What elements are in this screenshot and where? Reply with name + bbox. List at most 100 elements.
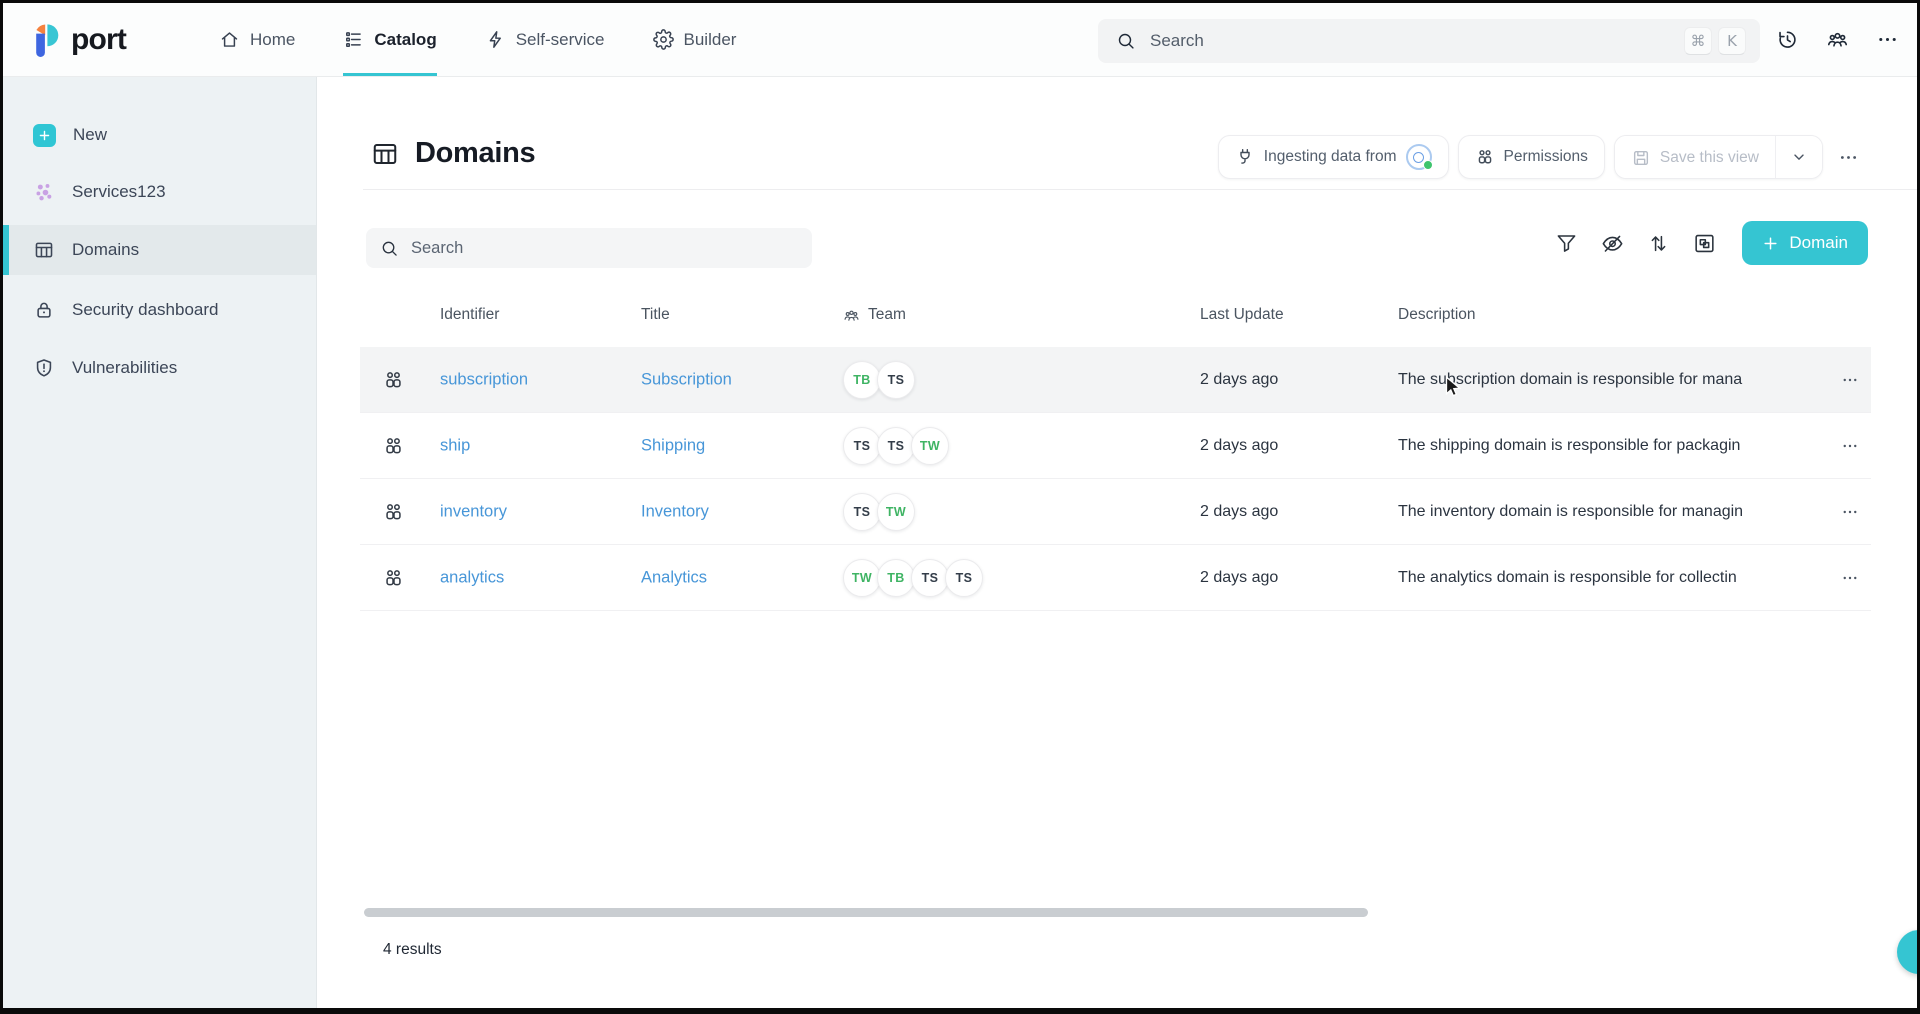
column-header-last-update[interactable]: Last Update (1200, 306, 1284, 324)
cmd-key-badge: ⌘ (1684, 27, 1712, 55)
column-label: Last Update (1200, 306, 1284, 324)
shortcut-hint: ⌘ K (1684, 27, 1746, 55)
column-header-identifier[interactable]: Identifier (440, 306, 499, 324)
nav-item-self-service[interactable]: Self-service (485, 3, 605, 76)
description-value: The analytics domain is responsible for … (1398, 569, 1813, 587)
blueprint-group-icon (382, 566, 405, 589)
team-cell: TSTW (843, 493, 915, 531)
domains-table: Identifier Title Team Last Update Descri… (360, 77, 1871, 1008)
sidebar-item-new[interactable]: New (3, 110, 316, 160)
title-link[interactable]: Analytics (641, 568, 707, 586)
description-value: The shipping domain is responsible for p… (1398, 437, 1813, 455)
team-cell: TWTBTSTS (843, 559, 983, 597)
history-button[interactable] (1776, 28, 1799, 51)
table-row[interactable]: ship Shipping TSTSTW 2 days ago The ship… (360, 413, 1871, 479)
last-update-value: 2 days ago (1200, 437, 1380, 455)
gear-icon (653, 29, 674, 50)
sidebar-item-label: Services123 (72, 182, 166, 202)
title-link[interactable]: Subscription (641, 370, 732, 388)
users-button[interactable] (1826, 28, 1849, 51)
column-header-description[interactable]: Description (1398, 306, 1476, 324)
lock-icon (33, 299, 55, 321)
global-search-input[interactable] (1150, 31, 1684, 51)
search-icon (1116, 31, 1136, 51)
team-avatar[interactable]: TW (877, 493, 915, 531)
team-avatar[interactable]: TB (877, 559, 915, 597)
ellipsis-icon (1841, 503, 1859, 521)
sidebar-item-vulnerabilities[interactable]: Vulnerabilities (3, 343, 316, 393)
primary-nav: Home Catalog Self-service Builder (219, 3, 736, 76)
people-group-icon (1826, 28, 1849, 51)
title-link[interactable]: Shipping (641, 436, 705, 454)
shield-alert-icon (33, 357, 55, 379)
catalog-sidebar: New Services123 Domains Security dashboa… (3, 77, 317, 1008)
last-update-value: 2 days ago (1200, 569, 1380, 587)
nav-label: Self-service (516, 30, 605, 50)
nav-label: Builder (684, 30, 737, 50)
row-actions-button[interactable] (1835, 563, 1865, 593)
sidebar-item-services123[interactable]: Services123 (3, 167, 316, 217)
port-logo[interactable]: port (32, 3, 126, 76)
logo-wordmark: port (71, 23, 126, 57)
column-header-title[interactable]: Title (641, 306, 670, 324)
ellipsis-icon (1841, 371, 1859, 389)
new-plus-icon (33, 124, 56, 147)
port-logo-icon (32, 22, 62, 58)
sidebar-item-label: Security dashboard (72, 300, 218, 320)
identifier-link[interactable]: subscription (440, 370, 528, 388)
table-row[interactable]: analytics Analytics TWTBTSTS 2 days ago … (360, 545, 1871, 611)
team-avatar[interactable]: TS (843, 427, 881, 465)
last-update-value: 2 days ago (1200, 503, 1380, 521)
sidebar-item-label: New (73, 125, 107, 145)
title-link[interactable]: Inventory (641, 502, 709, 520)
identifier-link[interactable]: inventory (440, 502, 507, 520)
team-avatar[interactable]: TW (843, 559, 881, 597)
row-actions-button[interactable] (1835, 431, 1865, 461)
horizontal-scrollbar-thumb[interactable] (364, 908, 1368, 917)
row-actions-button[interactable] (1835, 497, 1865, 527)
history-clock-icon (1776, 28, 1799, 51)
k-key-badge: K (1718, 27, 1746, 55)
table-icon (33, 239, 55, 261)
team-avatar[interactable]: TB (843, 361, 881, 399)
global-search-bar[interactable]: ⌘ K (1098, 19, 1760, 63)
blueprint-group-icon (382, 368, 405, 391)
sidebar-item-label: Vulnerabilities (72, 358, 177, 378)
nav-item-builder[interactable]: Builder (653, 3, 737, 76)
last-update-value: 2 days ago (1200, 371, 1380, 389)
team-avatar[interactable]: TS (945, 559, 983, 597)
results-count: 4 results (383, 941, 442, 959)
column-header-team[interactable]: Team (843, 306, 906, 324)
column-label: Title (641, 306, 670, 324)
identifier-link[interactable]: ship (440, 436, 470, 454)
team-avatar[interactable]: TS (877, 427, 915, 465)
description-value: The inventory domain is responsible for … (1398, 503, 1813, 521)
nav-item-catalog[interactable]: Catalog (343, 3, 436, 76)
team-avatar[interactable]: TS (877, 361, 915, 399)
ellipsis-icon (1841, 569, 1859, 587)
team-cell: TBTS (843, 361, 915, 399)
table-row[interactable]: inventory Inventory TSTW 2 days ago The … (360, 479, 1871, 545)
blueprint-group-icon (382, 500, 405, 523)
identifier-link[interactable]: analytics (440, 568, 504, 586)
sidebar-item-security-dashboard[interactable]: Security dashboard (3, 285, 316, 335)
services-cluster-icon (33, 181, 55, 203)
app-window: port Home Catalog Self-service Builder (3, 3, 1917, 1008)
column-label: Identifier (440, 306, 499, 324)
team-avatar[interactable]: TW (911, 427, 949, 465)
nav-item-home[interactable]: Home (219, 3, 295, 76)
ellipsis-icon (1876, 28, 1899, 51)
home-icon (219, 29, 240, 50)
team-avatar[interactable]: TS (911, 559, 949, 597)
team-avatar[interactable]: TS (843, 493, 881, 531)
topbar-actions (1776, 3, 1899, 76)
top-navigation-bar: port Home Catalog Self-service Builder (3, 3, 1917, 77)
ellipsis-icon (1841, 437, 1859, 455)
row-actions-button[interactable] (1835, 365, 1865, 395)
column-label: Description (1398, 306, 1476, 324)
sidebar-item-domains[interactable]: Domains (3, 225, 316, 275)
team-cell: TSTSTW (843, 427, 949, 465)
table-row[interactable]: subscription Subscription TBTS 2 days ag… (360, 347, 1871, 413)
team-people-icon (843, 307, 860, 324)
more-options-button[interactable] (1876, 28, 1899, 51)
